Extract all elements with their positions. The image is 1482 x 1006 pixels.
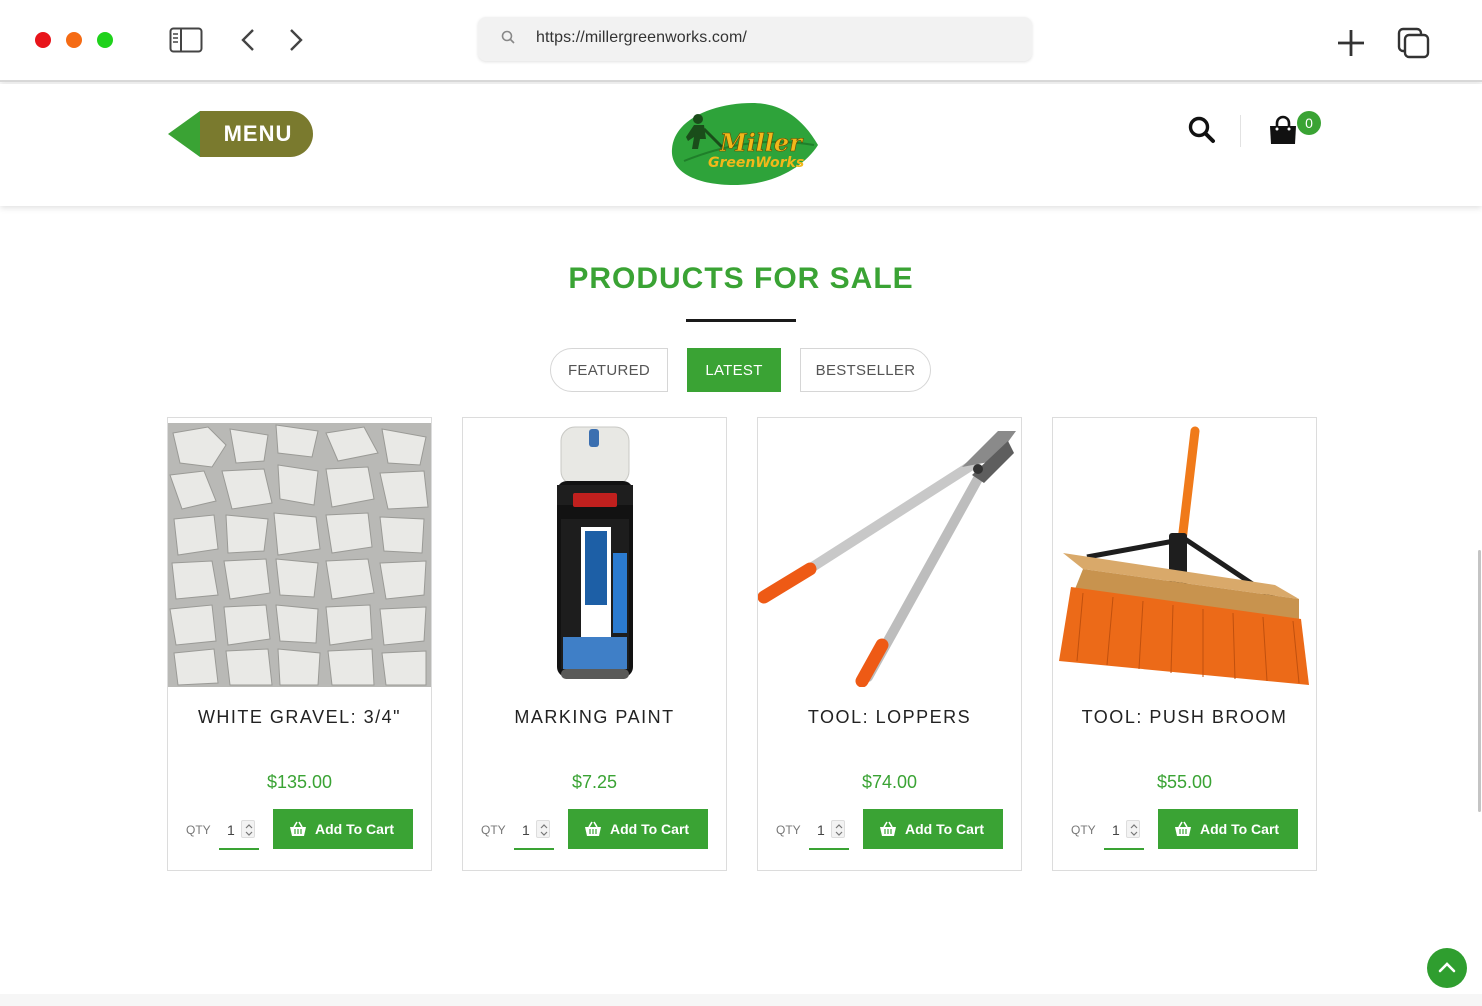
quantity-input[interactable]: 1 xyxy=(514,812,554,850)
basket-icon xyxy=(289,820,307,838)
product-image-loppers[interactable] xyxy=(758,423,1021,687)
search-icon xyxy=(500,29,518,47)
chevron-left-icon[interactable] xyxy=(236,26,260,54)
qty-label: QTY xyxy=(481,823,506,837)
product-price: $135.00 xyxy=(266,772,333,792)
qty-value: 1 xyxy=(817,822,825,838)
shopping-bag-icon[interactable] xyxy=(1266,114,1300,148)
add-to-cart-button[interactable]: Add To Cart xyxy=(863,809,1003,849)
tabs-icon[interactable] xyxy=(1396,26,1432,60)
product-price: $55.00 xyxy=(1156,772,1213,792)
quantity-stepper[interactable] xyxy=(1126,820,1140,838)
page-bottom-edge xyxy=(0,994,1482,1006)
logo-text-greenworks: GreenWorks xyxy=(708,155,804,171)
logo-text-miller: Miller xyxy=(719,128,804,157)
menu-button[interactable]: MENU xyxy=(168,111,314,157)
product-image-push-broom[interactable] xyxy=(1053,423,1316,687)
quantity-input[interactable]: 1 xyxy=(219,812,259,850)
product-price: $74.00 xyxy=(861,772,918,792)
tab-bestseller[interactable]: BESTSELLER xyxy=(800,348,931,392)
sidebar-icon[interactable] xyxy=(168,26,204,54)
scrollbar[interactable] xyxy=(1478,550,1481,812)
qty-label: QTY xyxy=(776,823,801,837)
maximize-window-button[interactable] xyxy=(97,32,113,48)
search-icon[interactable] xyxy=(1186,114,1218,146)
add-to-cart-label: Add To Cart xyxy=(610,821,690,837)
product-price: $7.25 xyxy=(571,772,618,792)
product-card: WHITE GRAVEL: 3/4" $135.00 QTY 1 Add To … xyxy=(167,417,432,871)
product-image-spray-paint-can[interactable] xyxy=(463,423,726,687)
add-to-cart-label: Add To Cart xyxy=(905,821,985,837)
product-name[interactable]: TOOL: PUSH BROOM xyxy=(1053,707,1316,728)
header-divider xyxy=(1240,115,1241,147)
product-card: TOOL: LOPPERS $74.00 QTY 1 Add To Cart xyxy=(757,417,1022,871)
qty-label: QTY xyxy=(1071,823,1096,837)
product-name[interactable]: MARKING PAINT xyxy=(463,707,726,728)
product-name[interactable]: TOOL: LOPPERS xyxy=(758,707,1021,728)
scroll-to-top-button[interactable] xyxy=(1427,948,1467,988)
quantity-stepper[interactable] xyxy=(536,820,550,838)
tab-latest[interactable]: LATEST xyxy=(687,348,781,392)
product-card: MARKING PAINT $7.25 QTY 1 Add To Cart xyxy=(462,417,727,871)
add-to-cart-label: Add To Cart xyxy=(1200,821,1280,837)
address-bar[interactable]: https://millergreenworks.com/ xyxy=(478,17,1032,61)
add-to-cart-label: Add To Cart xyxy=(315,821,395,837)
add-to-cart-button[interactable]: Add To Cart xyxy=(273,809,413,849)
product-name[interactable]: WHITE GRAVEL: 3/4" xyxy=(168,707,431,728)
add-to-cart-button[interactable]: Add To Cart xyxy=(1158,809,1298,849)
plus-icon[interactable] xyxy=(1334,26,1368,60)
quantity-stepper[interactable] xyxy=(831,820,845,838)
section-title: PRODUCTS FOR SALE xyxy=(568,262,914,295)
title-underline xyxy=(686,319,796,322)
chevron-up-icon xyxy=(1438,962,1456,973)
product-image-white-gravel[interactable] xyxy=(168,423,431,687)
url-text[interactable]: https://millergreenworks.com/ xyxy=(536,29,747,47)
qty-value: 1 xyxy=(227,822,235,838)
minimize-window-button[interactable] xyxy=(66,32,82,48)
basket-icon xyxy=(1174,820,1192,838)
qty-label: QTY xyxy=(186,823,211,837)
cart-count-badge: 0 xyxy=(1297,111,1321,135)
product-card: TOOL: PUSH BROOM $55.00 QTY 1 Add To Car… xyxy=(1052,417,1317,871)
basket-icon xyxy=(584,820,602,838)
browser-toolbar: https://millergreenworks.com/ xyxy=(0,0,1482,82)
quantity-stepper[interactable] xyxy=(241,820,255,838)
tab-featured[interactable]: FEATURED xyxy=(550,348,668,392)
add-to-cart-button[interactable]: Add To Cart xyxy=(568,809,708,849)
qty-value: 1 xyxy=(522,822,530,838)
quantity-input[interactable]: 1 xyxy=(809,812,849,850)
menu-label: MENU xyxy=(223,121,293,146)
close-window-button[interactable] xyxy=(35,32,51,48)
qty-value: 1 xyxy=(1112,822,1120,838)
quantity-input[interactable]: 1 xyxy=(1104,812,1144,850)
basket-icon xyxy=(879,820,897,838)
chevron-right-icon[interactable] xyxy=(284,26,308,54)
site-header: MENU Miller GreenWorks 0 xyxy=(0,84,1482,206)
site-logo[interactable]: Miller GreenWorks xyxy=(664,101,820,187)
